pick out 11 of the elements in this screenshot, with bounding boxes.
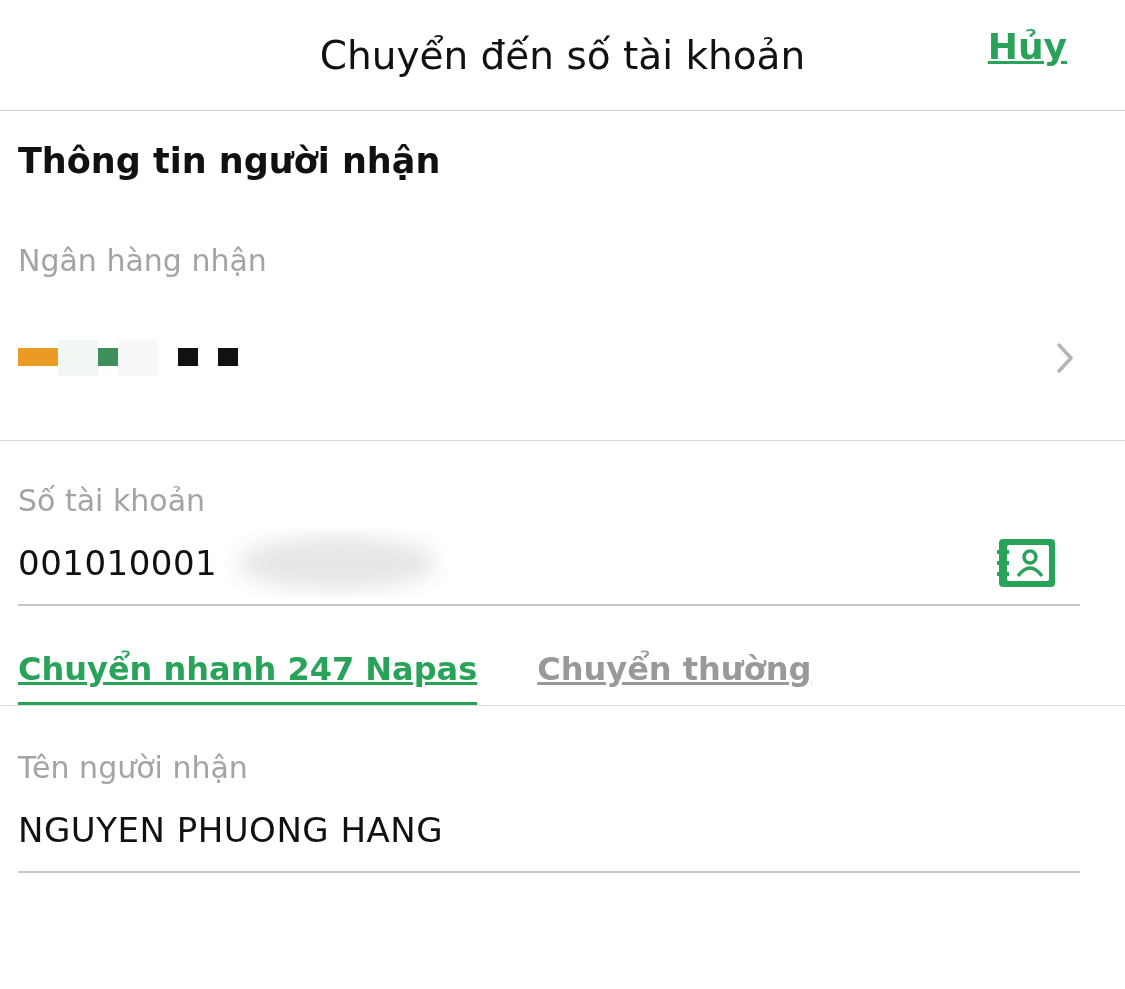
field-label: Tên người nhận	[17, 750, 249, 785]
tab[interactable]: Chuyển nhanh 247 Napas	[18, 650, 478, 705]
cancel-link[interactable]: Hủy	[987, 26, 1067, 67]
field-label: Ngân hàng nhận	[17, 243, 268, 278]
account-number-field[interactable]: 001010001	[18, 543, 218, 583]
chevron-right-icon	[1055, 342, 1075, 374]
section-title: Thông tin người nhận	[17, 140, 442, 181]
tab[interactable]: Chuyển thường	[537, 650, 812, 705]
screen-title: Chuyển đến số tài khoản	[319, 32, 806, 78]
field-label: Số tài khoản	[17, 483, 207, 518]
recipient-name-field[interactable]: NGUYEN PHUONG HANG	[18, 810, 444, 850]
